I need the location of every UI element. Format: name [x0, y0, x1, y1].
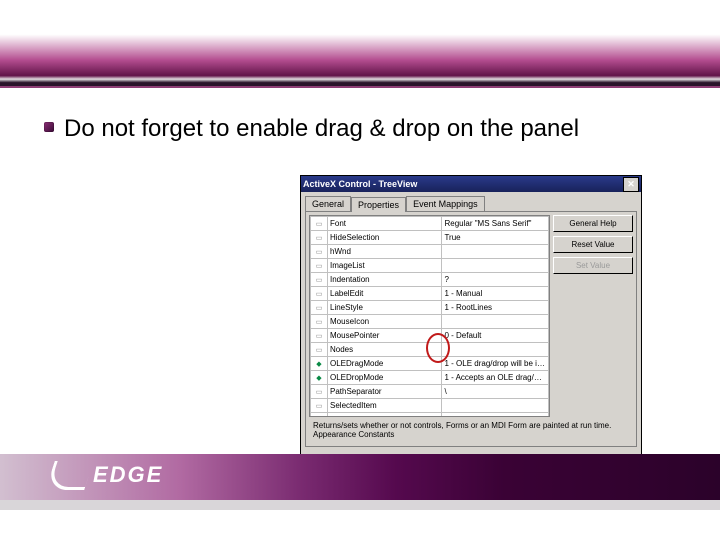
property-row-icon	[311, 315, 328, 329]
property-name: HideSelection	[328, 231, 442, 245]
edge-logo-text: EDGE	[93, 462, 163, 488]
property-name: LineStyle	[328, 301, 442, 315]
property-name: Font	[328, 217, 442, 231]
bullet-icon	[44, 122, 54, 132]
property-row-icon	[311, 413, 328, 418]
table-row[interactable]: SortedTrue	[311, 413, 549, 418]
dialog-tabs: General Properties Event Mappings	[305, 196, 637, 211]
property-name: Indentation	[328, 273, 442, 287]
property-value: True	[442, 231, 549, 245]
property-value: True	[442, 413, 549, 418]
activex-dialog: ActiveX Control - TreeView ✕ General Pro…	[300, 175, 642, 477]
side-buttons: General Help Reset Value Set Value	[553, 215, 633, 417]
general-help-button[interactable]: General Help	[553, 215, 633, 232]
table-row[interactable]: hWnd	[311, 245, 549, 259]
bullet-text: Do not forget to enable drag & drop on t…	[64, 114, 579, 144]
property-name: PathSeparator	[328, 385, 442, 399]
property-name: Sorted	[328, 413, 442, 418]
property-name: OLEDropMode	[328, 371, 442, 385]
property-value: Regular "MS Sans Serif"	[442, 217, 549, 231]
top-gradient-band	[0, 0, 720, 86]
property-name: SelectedItem	[328, 399, 442, 413]
tab-panel-properties: FontRegular "MS Sans Serif"HideSelection…	[305, 211, 637, 447]
table-row[interactable]: Indentation?	[311, 273, 549, 287]
property-row-icon	[311, 217, 328, 231]
property-list[interactable]: FontRegular "MS Sans Serif"HideSelection…	[309, 215, 550, 417]
property-value	[442, 315, 549, 329]
edge-swoosh-icon	[45, 461, 93, 490]
property-value	[442, 399, 549, 413]
property-row-icon	[311, 371, 328, 385]
property-value	[442, 259, 549, 273]
header-rule	[0, 86, 720, 88]
table-row[interactable]: PathSeparator\	[311, 385, 549, 399]
table-row[interactable]: OLEDragMode1 - OLE drag/drop will be ini…	[311, 357, 549, 371]
dialog-title: ActiveX Control - TreeView	[303, 179, 417, 189]
property-name: hWnd	[328, 245, 442, 259]
property-name: ImageList	[328, 259, 442, 273]
property-value: ?	[442, 273, 549, 287]
property-row-icon	[311, 231, 328, 245]
edge-logo: EDGE	[50, 460, 163, 490]
dialog-titlebar: ActiveX Control - TreeView ✕	[301, 176, 641, 192]
footer-shadow	[0, 500, 720, 510]
property-name: LabelEdit	[328, 287, 442, 301]
table-row[interactable]: Nodes	[311, 343, 549, 357]
property-row-icon	[311, 385, 328, 399]
table-row[interactable]: MouseIcon	[311, 315, 549, 329]
property-table: FontRegular "MS Sans Serif"HideSelection…	[310, 216, 549, 417]
property-value: \	[442, 385, 549, 399]
property-row-icon	[311, 343, 328, 357]
property-name: MouseIcon	[328, 315, 442, 329]
property-row-icon	[311, 399, 328, 413]
table-row[interactable]: LineStyle1 - RootLines	[311, 301, 549, 315]
property-value	[442, 343, 549, 357]
table-row[interactable]: FontRegular "MS Sans Serif"	[311, 217, 549, 231]
tab-properties[interactable]: Properties	[351, 197, 406, 212]
table-row[interactable]: OLEDropMode1 - Accepts an OLE drag/drop,…	[311, 371, 549, 385]
table-row[interactable]: HideSelectionTrue	[311, 231, 549, 245]
property-description: Returns/sets whether or not controls, Fo…	[309, 417, 633, 443]
property-name: MousePointer	[328, 329, 442, 343]
property-row-icon	[311, 301, 328, 315]
property-value: 1 - OLE drag/drop will be initialised	[442, 357, 549, 371]
property-value: 1 - RootLines	[442, 301, 549, 315]
bullet-row: Do not forget to enable drag & drop on t…	[44, 114, 660, 144]
close-button[interactable]: ✕	[623, 177, 639, 192]
property-value: 0 - Default	[442, 329, 549, 343]
property-row-icon	[311, 259, 328, 273]
tab-general[interactable]: General	[305, 196, 351, 211]
property-row-icon	[311, 357, 328, 371]
property-value: 1 - Manual	[442, 287, 549, 301]
property-row-icon	[311, 273, 328, 287]
property-value: 1 - Accepts an OLE drag/drop, raises	[442, 371, 549, 385]
tab-event-mappings[interactable]: Event Mappings	[406, 196, 485, 211]
table-row[interactable]: LabelEdit1 - Manual	[311, 287, 549, 301]
table-row[interactable]: MousePointer0 - Default	[311, 329, 549, 343]
property-value	[442, 245, 549, 259]
property-row-icon	[311, 245, 328, 259]
property-row-icon	[311, 329, 328, 343]
property-name: OLEDragMode	[328, 357, 442, 371]
table-row[interactable]: SelectedItem	[311, 399, 549, 413]
property-name: Nodes	[328, 343, 442, 357]
table-row[interactable]: ImageList	[311, 259, 549, 273]
reset-value-button[interactable]: Reset Value	[553, 236, 633, 253]
set-value-button[interactable]: Set Value	[553, 257, 633, 274]
property-row-icon	[311, 287, 328, 301]
footer-band: EDGE	[0, 454, 720, 500]
